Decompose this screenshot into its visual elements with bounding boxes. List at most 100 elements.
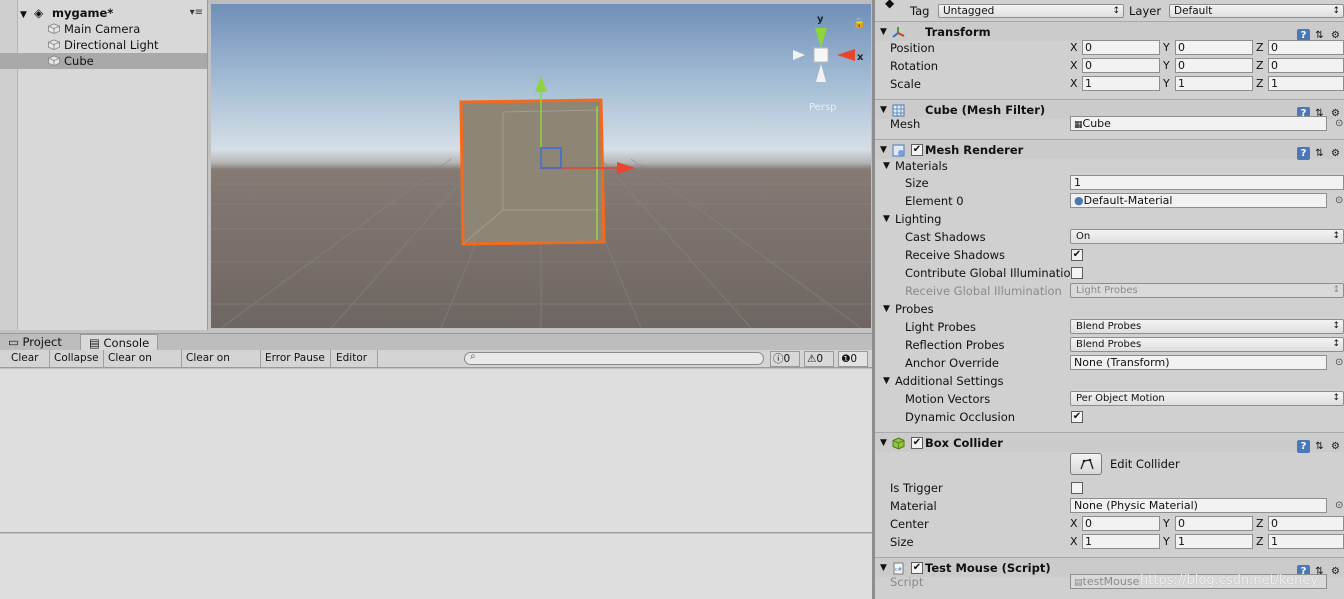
center-y-field[interactable]: 0: [1175, 516, 1253, 531]
collapse-arrow-icon[interactable]: ▼: [883, 372, 890, 390]
lock-icon[interactable]: 🔒: [853, 17, 865, 29]
center-x-field[interactable]: 0: [1082, 516, 1160, 531]
hierarchy-scene-root[interactable]: ▼ ◈ mygame* ▾≡: [0, 5, 207, 21]
collapse-arrow-icon[interactable]: ▼: [883, 300, 890, 318]
persp-label[interactable]: Persp: [809, 102, 837, 113]
tag-dropdown[interactable]: Untagged: [938, 4, 1124, 18]
collapse-arrow-icon[interactable]: ▼: [880, 433, 887, 453]
console-detail-pane[interactable]: [0, 534, 872, 599]
error-count-toggle[interactable]: ❶0: [838, 351, 868, 367]
layer-dropdown[interactable]: Default: [1169, 4, 1344, 18]
info-count-toggle[interactable]: ⓘ0: [770, 351, 800, 367]
scene-canvas[interactable]: x y Persp 🔒: [211, 4, 871, 328]
size-x-field[interactable]: 1: [1082, 534, 1160, 549]
scale-y-field[interactable]: 1: [1175, 76, 1253, 91]
size-z-field[interactable]: 1: [1268, 534, 1344, 549]
gizmo-neg-x-cone-icon[interactable]: [793, 50, 805, 60]
folder-icon: ▭: [8, 335, 23, 349]
tab-project[interactable]: ▭ Project: [0, 334, 78, 351]
gizmo-x-cone-icon[interactable]: [837, 49, 855, 61]
rotation-x-field[interactable]: 0: [1082, 58, 1160, 73]
box-collider-icon: [892, 437, 905, 450]
hierarchy-item-directional-light[interactable]: Directional Light: [0, 37, 207, 53]
help-icon[interactable]: ?: [1297, 440, 1310, 453]
receive-shadows-row: Receive Shadows ✔: [875, 246, 1344, 264]
scene-menu-icon[interactable]: ▾≡: [190, 5, 203, 21]
lighting-foldout[interactable]: ▼ Lighting: [875, 210, 1344, 228]
edit-collider-button[interactable]: [1070, 453, 1102, 475]
motion-vectors-label: Motion Vectors: [905, 392, 991, 406]
editor-dropdown-label: Editor: [336, 352, 368, 364]
center-z-field[interactable]: 0: [1268, 516, 1344, 531]
dynamic-occlusion-checkbox[interactable]: ✔: [1071, 411, 1083, 423]
y-axis-arrow-icon[interactable]: [535, 76, 547, 92]
reflection-probes-dropdown[interactable]: Blend Probes: [1070, 337, 1344, 352]
collapse-arrow-icon[interactable]: ▼: [883, 210, 890, 228]
clear-on-build-button[interactable]: Clear on Build: [182, 350, 261, 381]
object-picker-icon[interactable]: ⊙: [1335, 354, 1343, 372]
presets-icon[interactable]: ⇅: [1313, 440, 1326, 453]
console-log-list[interactable]: [0, 369, 872, 533]
collapse-arrow-icon[interactable]: ▼: [883, 157, 890, 175]
gear-icon[interactable]: ⚙: [1329, 440, 1342, 453]
scale-label: Scale: [890, 77, 921, 91]
hierarchy-item-cube[interactable]: Cube: [0, 53, 207, 69]
rotation-z-field[interactable]: 0: [1268, 58, 1344, 73]
cast-shadows-dropdown[interactable]: On: [1070, 229, 1344, 244]
selected-cube[interactable]: [459, 98, 606, 246]
console-search-input[interactable]: ⌕: [464, 351, 764, 365]
probes-foldout[interactable]: ▼ Probes: [875, 300, 1344, 318]
editor-dropdown[interactable]: Editor ▾: [332, 350, 378, 380]
gizmo-center-cube[interactable]: [813, 47, 829, 63]
receive-shadows-label: Receive Shadows: [905, 248, 1006, 262]
light-probes-dropdown[interactable]: Blend Probes: [1070, 319, 1344, 334]
box-collider-header[interactable]: ▼ ✔ Box Collider ? ⇅ ⚙: [875, 432, 1344, 453]
gizmo-y-cone-icon[interactable]: [815, 28, 827, 48]
anchor-override-field[interactable]: None (Transform): [1070, 355, 1327, 370]
collider-material-field[interactable]: None (Physic Material): [1070, 498, 1327, 513]
hierarchy-item-main-camera[interactable]: Main Camera: [0, 21, 207, 37]
scale-x-field[interactable]: 1: [1082, 76, 1160, 91]
position-z-field[interactable]: 0: [1268, 40, 1344, 55]
position-x-field[interactable]: 0: [1082, 40, 1160, 55]
orientation-gizmo[interactable]: x y Persp 🔒: [793, 14, 865, 113]
edit-collider-label: Edit Collider: [1110, 457, 1180, 471]
rotation-row: Rotation X0 Y0 Z0: [875, 57, 1344, 75]
watermark: https://blog.csdn.net/keney: [1140, 573, 1319, 588]
error-pause-button[interactable]: Error Pause: [261, 350, 331, 368]
clear-button[interactable]: Clear: [7, 350, 50, 368]
materials-foldout[interactable]: ▼ Materials: [875, 157, 1344, 175]
clear-on-play-button[interactable]: Clear on Play: [104, 350, 182, 381]
warning-count-toggle[interactable]: ⚠0: [804, 351, 834, 367]
is-trigger-checkbox[interactable]: [1071, 482, 1083, 494]
scale-z-field[interactable]: 1: [1268, 76, 1344, 91]
is-trigger-label: Is Trigger: [890, 481, 943, 495]
mesh-renderer-enabled-checkbox[interactable]: ✔: [911, 144, 923, 156]
box-collider-enabled-checkbox[interactable]: ✔: [911, 437, 923, 449]
collapse-button[interactable]: Collapse: [50, 350, 104, 368]
position-y-field[interactable]: 0: [1175, 40, 1253, 55]
tab-console-label: Console: [103, 336, 150, 350]
rotation-y-field[interactable]: 0: [1175, 58, 1253, 73]
motion-vectors-dropdown[interactable]: Per Object Motion: [1070, 391, 1344, 406]
tab-console[interactable]: ▤ Console: [80, 334, 158, 351]
contribute-gi-checkbox[interactable]: [1071, 267, 1083, 279]
materials-size-field[interactable]: 1: [1070, 175, 1344, 190]
gizmo-neg-y-cone-icon[interactable]: [816, 64, 826, 82]
additional-settings-foldout[interactable]: ▼ Additional Settings: [875, 372, 1344, 390]
mesh-object-field[interactable]: ▦Cube: [1070, 116, 1327, 131]
size-row: Size X1 Y1 Z1: [875, 533, 1344, 551]
dynamic-occlusion-row: Dynamic Occlusion ✔: [875, 408, 1344, 426]
element0-object-field[interactable]: ●Default-Material: [1070, 193, 1327, 208]
warning-icon: ⚠: [807, 353, 817, 365]
object-picker-icon[interactable]: ⊙: [1335, 115, 1343, 133]
mesh-renderer-header[interactable]: ▼ ✔ Mesh Renderer ? ⇅ ⚙: [875, 139, 1344, 160]
transform-header[interactable]: ▼ Transform ? ⇅ ⚙: [875, 21, 1344, 42]
receive-shadows-checkbox[interactable]: ✔: [1071, 249, 1083, 261]
object-picker-icon[interactable]: ⊙: [1335, 192, 1343, 210]
object-picker-icon[interactable]: ⊙: [1335, 497, 1343, 515]
x-axis-arrow-icon[interactable]: [617, 162, 635, 174]
scene-view[interactable]: x y Persp 🔒: [211, 4, 871, 328]
hierarchy-item-label: Main Camera: [64, 22, 141, 36]
size-y-field[interactable]: 1: [1175, 534, 1253, 549]
